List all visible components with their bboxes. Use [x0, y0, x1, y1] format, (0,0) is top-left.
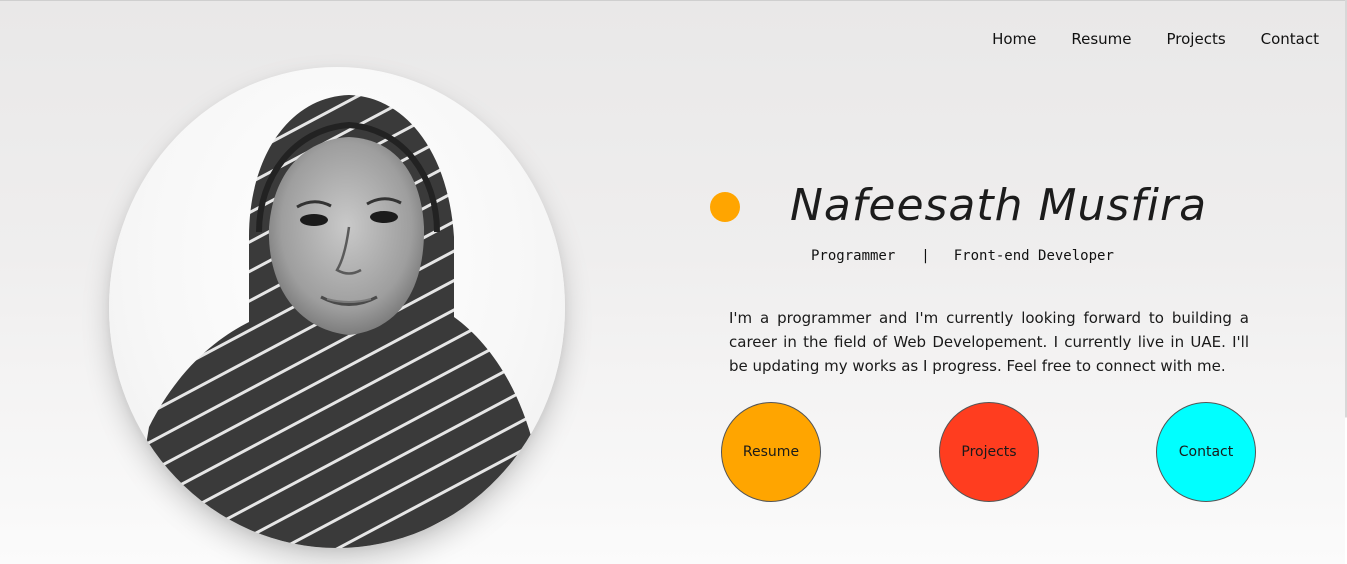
nav-projects[interactable]: Projects — [1167, 29, 1226, 49]
role-frontend: Front-end Developer — [953, 248, 1114, 264]
nav-contact[interactable]: Contact — [1261, 29, 1319, 49]
projects-button-label: Projects — [961, 444, 1017, 460]
resume-button-label: Resume — [742, 444, 800, 460]
profile-photo-illustration — [129, 95, 534, 548]
contact-button-label: Contact — [1178, 444, 1234, 460]
resume-button[interactable]: Resume — [721, 402, 821, 502]
nav-home[interactable]: Home — [992, 29, 1036, 49]
projects-button[interactable]: Projects — [939, 402, 1039, 502]
role-programmer: Programmer — [811, 248, 896, 264]
top-border — [0, 0, 1347, 1]
nav-resume[interactable]: Resume — [1071, 29, 1131, 49]
role-separator: | — [921, 248, 930, 264]
contact-button[interactable]: Contact — [1156, 402, 1256, 502]
intro-paragraph: I'm a programmer and I'm currently looki… — [729, 309, 1249, 375]
accent-dot — [710, 192, 740, 222]
main-nav: Home Resume Projects Contact — [957, 29, 1319, 49]
role-tagline: Programmer | Front-end Developer — [811, 246, 1114, 266]
profile-name: Nafeesath Musfira — [790, 180, 1208, 231]
profile-photo — [109, 67, 565, 548]
